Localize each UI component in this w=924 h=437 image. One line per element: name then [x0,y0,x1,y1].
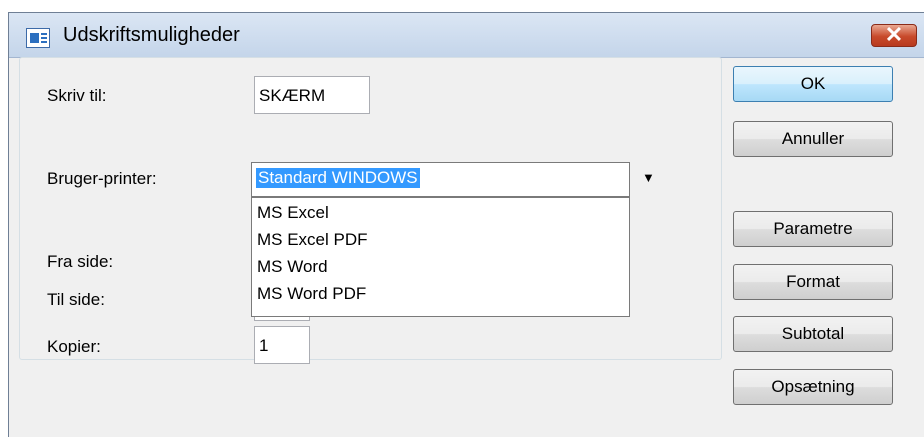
opsaetning-button[interactable]: Opsætning [733,369,893,405]
chevron-down-icon: ▼ [642,170,655,185]
bruger-printer-dropdown-list: MS Excel MS Excel PDF MS Word MS Word PD… [251,197,630,317]
close-button[interactable]: ✕ [871,22,917,47]
bruger-printer-combobox[interactable]: Standard WINDOWS [251,162,630,197]
kopier-label: Kopier: [47,337,101,356]
title-bar[interactable]: Udskriftsmuligheder ✕ [9,13,924,58]
ok-button[interactable]: OK [733,66,893,102]
dropdown-option-ms-excel-pdf[interactable]: MS Excel PDF [257,230,368,250]
fra-side-label: Fra side: [47,252,114,271]
subtotal-button[interactable]: Subtotal [733,316,893,352]
skriv-til-value: SKÆRM [259,86,326,105]
dropdown-option-ms-excel[interactable]: MS Excel [257,203,329,223]
dropdown-option-ms-word[interactable]: MS Word [257,257,328,277]
skriv-til-label: Skriv til: [47,86,107,105]
app-window-icon [26,28,50,48]
format-button[interactable]: Format [733,264,893,300]
til-side-label: Til side: [47,290,105,309]
bruger-printer-label: Bruger-printer: [47,169,157,188]
kopier-field[interactable]: 1 [254,326,310,364]
annuller-button[interactable]: Annuller [733,121,893,157]
close-icon: ✕ [884,22,904,47]
kopier-value: 1 [259,336,269,355]
skriv-til-field[interactable]: SKÆRM [254,76,370,114]
bruger-printer-dropdown-button[interactable]: ▼ [633,162,662,197]
window-title: Udskriftsmuligheder [63,24,240,46]
parametre-button[interactable]: Parametre [733,211,893,247]
dropdown-option-ms-word-pdf[interactable]: MS Word PDF [257,284,366,304]
bruger-printer-selected-value: Standard WINDOWS [256,168,420,188]
